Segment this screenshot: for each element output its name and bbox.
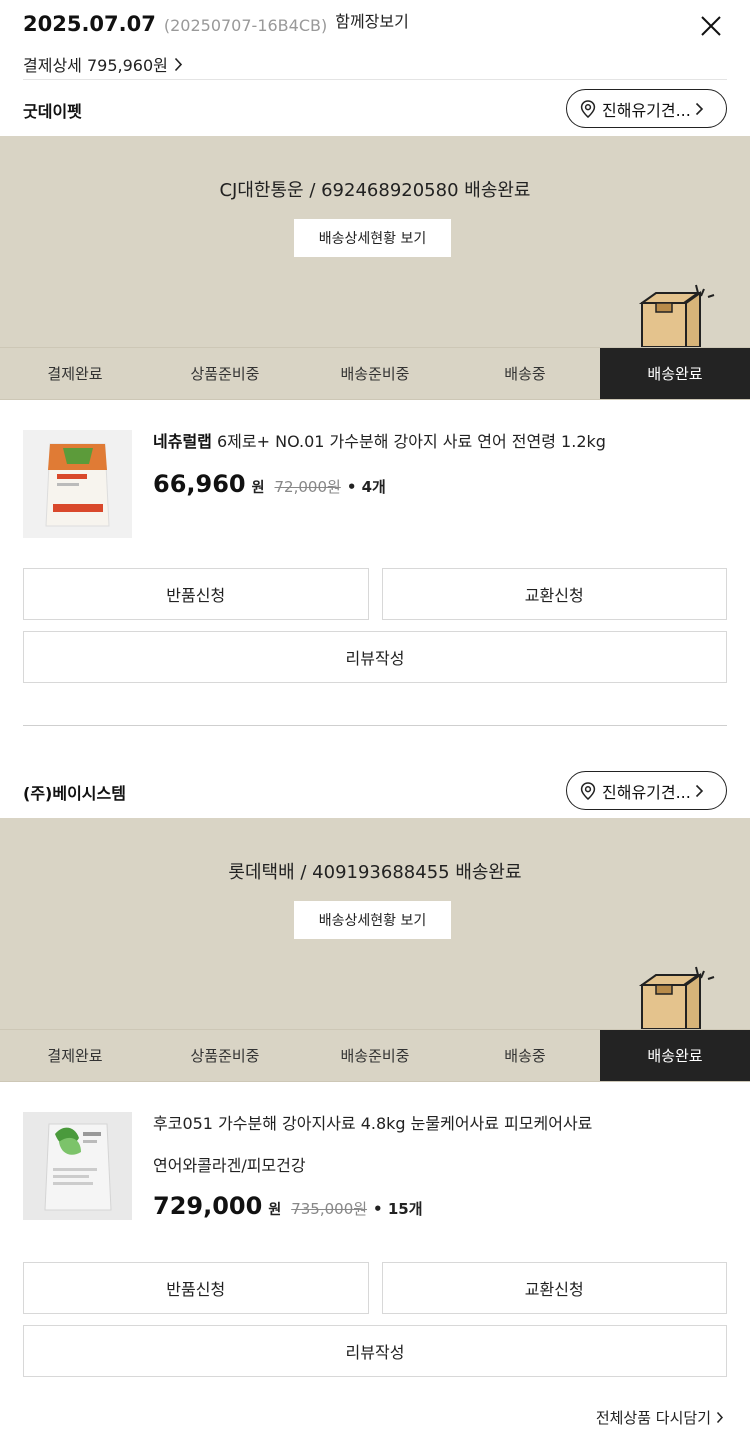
product-option: 연어와콜라겐/피모건강 [153,1156,306,1175]
step-in-transit: 배송중 [504,365,546,383]
order-header: 2025.07.07 (20250707-16B4CB) 함께장보기 결제상세 … [23,0,727,80]
delivery-box-icon [638,284,715,347]
delivery-location-button[interactable]: 진해유기견... [566,771,727,810]
delivery-status-panel: CJ대한통운 / 692468920580 배송완료 배송상세현황 보기 [0,136,750,347]
product-thumbnail[interactable] [23,430,132,538]
location-label: 진해유기견... [602,782,691,802]
chevron-right-icon [695,784,703,797]
delivery-box-icon [638,966,715,1029]
currency-unit: 원 [251,480,265,496]
product-title: 6제로+ NO.01 가수분해 강아지 사료 연어 전연령 1.2kg [216,432,606,451]
seller-row: (주)베이시스템 진해유기견... [23,762,727,818]
location-label: 진해유기견... [602,100,691,120]
payment-detail-label: 결제상세 795,960원 [23,56,168,75]
write-review-button[interactable]: 리뷰작성 [23,1325,727,1377]
delivery-location-button[interactable]: 진해유기견... [566,89,727,128]
price-row: 66,960 원 72,000원 • 4개 [153,470,727,498]
step-delivered: 배송완료 [600,348,750,399]
return-request-button[interactable]: 반품신청 [23,1262,369,1314]
product-thumbnail[interactable] [23,1112,132,1220]
quantity: • 15개 [373,1200,423,1218]
step-delivered: 배송완료 [600,1030,750,1081]
price-row: 729,000 원 735,000원 • 15개 [153,1192,727,1220]
sale-price: 729,000 [153,1192,263,1220]
courier-tracking-text: CJ대한통운 / 692468920580 배송완료 [219,180,531,201]
seller-order-2: (주)베이시스템 진해유기견... 롯데택배 / 409193688455 배송… [0,762,750,1377]
product-item[interactable]: 네츄럴랩 6제로+ NO.01 가수분해 강아지 사료 연어 전연령 1.2kg… [23,400,727,568]
currency-unit: 원 [268,1202,282,1218]
order-number: (20250707-16B4CB) [163,16,328,35]
section-divider [23,725,727,726]
original-price: 72,000원 [274,478,341,496]
seller-order-1: 굿데이펫 진해유기견... CJ대한통운 / 692468920580 배송완료… [0,80,750,726]
product-info: 네츄럴랩 6제로+ NO.01 가수분해 강아지 사료 연어 전연령 1.2kg… [153,430,727,498]
write-review-button[interactable]: 리뷰작성 [23,631,727,683]
step-in-transit: 배송중 [504,1047,546,1065]
chevron-right-icon [695,102,703,115]
seller-name: (주)베이시스템 [23,784,126,803]
product-title[interactable]: 후코051 가수분해 강아지사료 4.8kg 눈물케어사료 피모케어사료 [153,1112,727,1136]
close-icon[interactable] [699,14,723,38]
step-preparing-shipment: 배송준비중 [340,1047,410,1065]
courier-tracking-text: 롯데택배 / 409193688455 배송완료 [228,862,522,883]
exchange-request-button[interactable]: 교환신청 [381,1262,727,1314]
chevron-right-icon [716,1411,724,1424]
product-name[interactable]: 네츄럴랩 6제로+ NO.01 가수분해 강아지 사료 연어 전연령 1.2kg [153,430,727,454]
exchange-request-button[interactable]: 교환신청 [381,568,727,620]
original-price: 735,000원 [291,1200,368,1218]
order-actions: 반품신청 교환신청 리뷰작성 [23,568,727,683]
reorder-all-label: 전체상품 다시담기 [595,1409,711,1427]
delivery-detail-button[interactable]: 배송상세현황 보기 [294,901,451,939]
product-info: 후코051 가수분해 강아지사료 4.8kg 눈물케어사료 피모케어사료 연어와… [153,1112,727,1220]
step-preparing-shipment: 배송준비중 [340,365,410,383]
order-date: 2025.07.07 [23,12,156,36]
seller-row: 굿데이펫 진해유기견... [23,80,727,136]
delivery-status-panel: 롯데택배 / 409193688455 배송완료 배송상세현황 보기 [0,818,750,1029]
order-title-row: 2025.07.07 (20250707-16B4CB) 함께장보기 [23,12,409,36]
together-shopping-label: 함께장보기 [335,12,409,31]
step-payment-complete: 결제완료 [47,365,103,383]
seller-name: 굿데이펫 [23,102,82,121]
step-preparing-product: 상품준비중 [190,365,260,383]
reorder-all-link[interactable]: 전체상품 다시담기 [596,1407,724,1428]
location-pin-icon [580,781,596,800]
product-brand: 네츄럴랩 [153,432,212,451]
quantity: • 4개 [346,478,386,496]
delivery-detail-button[interactable]: 배송상세현황 보기 [294,219,451,257]
delivery-steps: 결제완료 상품준비중 배송준비중 배송중 배송완료 [0,347,750,400]
step-payment-complete: 결제완료 [47,1047,103,1065]
chevron-right-icon [174,57,182,71]
location-pin-icon [580,99,596,118]
return-request-button[interactable]: 반품신청 [23,568,369,620]
sale-price: 66,960 [153,470,246,498]
payment-detail-link[interactable]: 결제상세 795,960원 [23,52,183,76]
order-actions: 반품신청 교환신청 리뷰작성 [23,1262,727,1377]
delivery-steps: 결제완료 상품준비중 배송준비중 배송중 배송완료 [0,1029,750,1082]
step-preparing-product: 상품준비중 [190,1047,260,1065]
product-item[interactable]: 후코051 가수분해 강아지사료 4.8kg 눈물케어사료 피모케어사료 연어와… [23,1082,727,1262]
